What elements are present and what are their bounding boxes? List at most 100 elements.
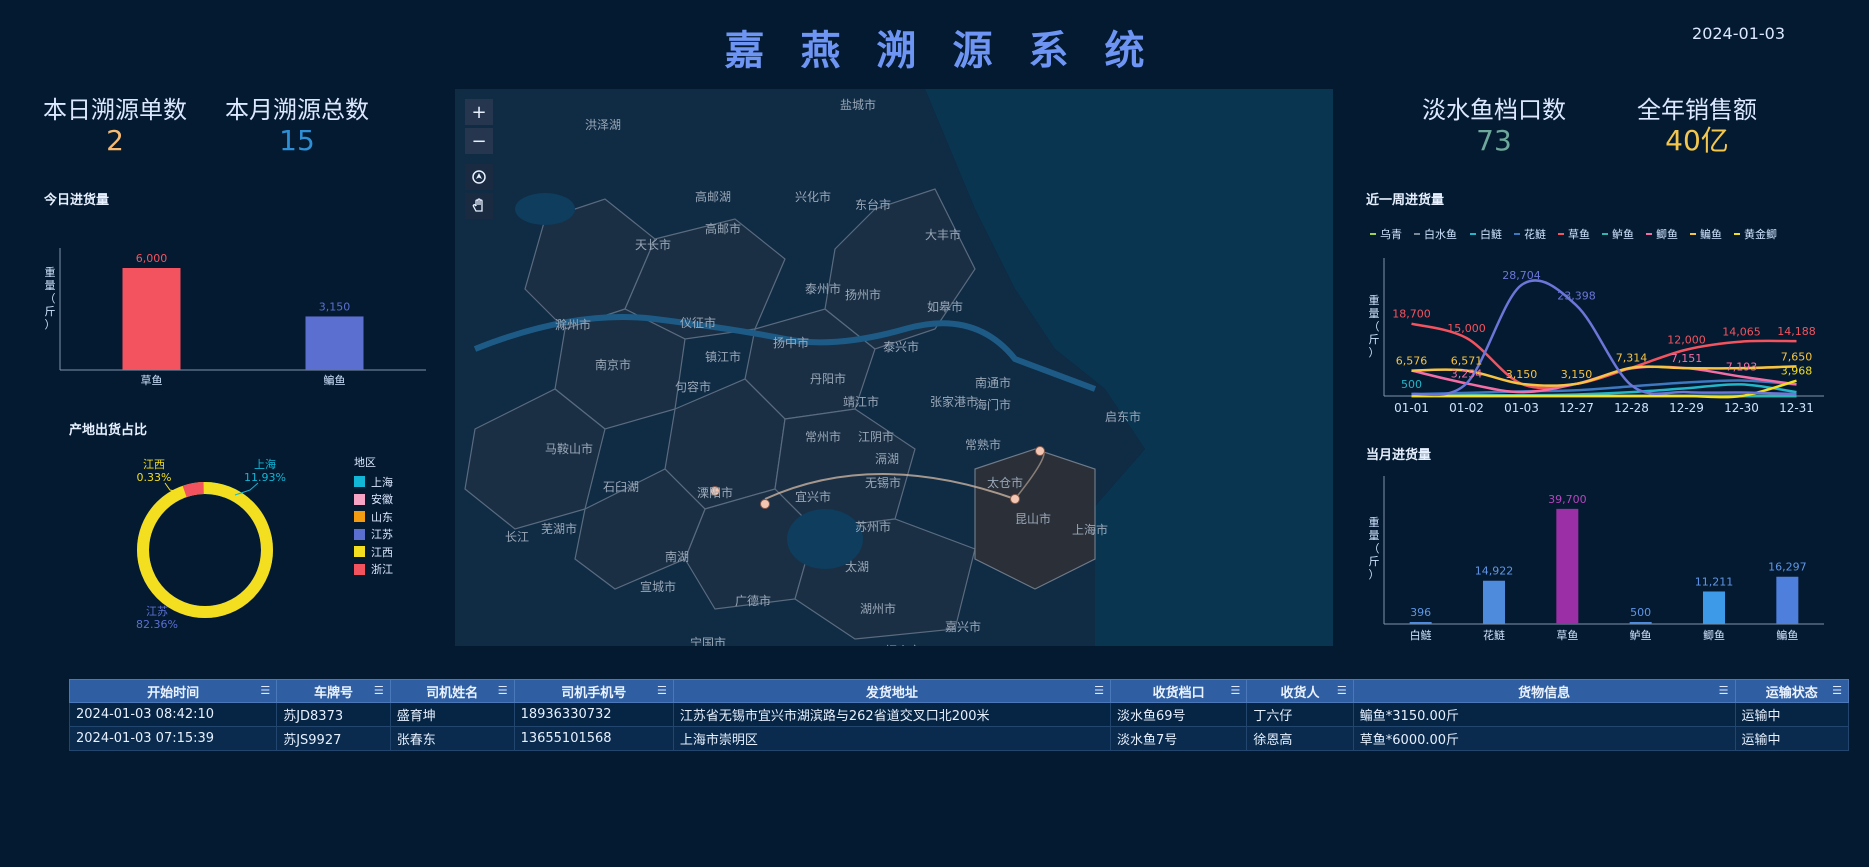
data-label: 14,065 bbox=[1722, 326, 1761, 339]
map-city-label: 高邮湖 bbox=[695, 189, 731, 204]
rotate-button[interactable] bbox=[465, 164, 493, 190]
x-tick-label: 鲈鱼 bbox=[1630, 628, 1652, 642]
donut-slice bbox=[137, 482, 273, 618]
x-tick-label: 草鱼 bbox=[1556, 628, 1578, 642]
bar-value-label: 11,211 bbox=[1695, 575, 1734, 588]
map-city-label: 苏州市 bbox=[855, 519, 891, 534]
x-tick-label: 12-28 bbox=[1614, 401, 1649, 415]
table-cell: 江苏省无锡市宜兴市湖滨路与262省道交叉口北200米 bbox=[672, 702, 1111, 727]
pan-button[interactable] bbox=[465, 193, 493, 219]
table-cell: 18936330732 bbox=[513, 702, 674, 727]
table-cell: 运输中 bbox=[1734, 726, 1850, 751]
map-city-label: 常熟市 bbox=[965, 437, 1001, 452]
legend-label[interactable]: 白鲢 bbox=[1480, 227, 1502, 241]
y-axis-label: 量 bbox=[45, 279, 56, 292]
map-city-label: 嘉兴市 bbox=[945, 619, 981, 634]
bar-value-label: 3,150 bbox=[319, 300, 351, 313]
hongze-lake bbox=[515, 193, 575, 225]
zoom-in-button[interactable]: + bbox=[465, 99, 493, 125]
y-axis-label: （ bbox=[1369, 542, 1380, 555]
legend-swatch bbox=[354, 563, 365, 575]
legend-item[interactable]: 江苏 bbox=[354, 526, 393, 544]
map-city-label: 常州市 bbox=[805, 429, 841, 444]
map-city-label: 南京市 bbox=[595, 357, 631, 372]
map-city-label: 滆湖 bbox=[875, 451, 899, 466]
legend-label[interactable]: 鲈鱼 bbox=[1612, 227, 1634, 241]
bar-value-label: 16,297 bbox=[1768, 561, 1807, 574]
legend-item[interactable]: 安徽 bbox=[354, 491, 393, 509]
map-panel[interactable]: 盐城市 洪泽湖 高邮湖 兴化市 东台市 天长市 高邮市 大丰市 扬州市 泰州市 滁州市 仪征市 如皋市南… bbox=[455, 89, 1333, 646]
sort-icon[interactable]: ☰ bbox=[498, 684, 508, 697]
map-canvas[interactable]: 盐城市洪泽湖高邮湖 兴化市东台市天长市 高邮市 大丰市扬州市泰州市滁州市 仪征市 如皋市南… bbox=[455, 89, 1333, 646]
bar-value-label: 14,922 bbox=[1475, 565, 1514, 578]
table-cell: 2024-01-03 07:15:39 bbox=[68, 726, 278, 751]
legend-label[interactable]: 草鱼 bbox=[1568, 227, 1590, 241]
y-axis-label: ） bbox=[1369, 568, 1380, 581]
table-cell: 淡水鱼69号 bbox=[1109, 702, 1248, 727]
legend-label[interactable]: 白水鱼 bbox=[1424, 227, 1457, 241]
sort-icon[interactable]: ☰ bbox=[374, 684, 384, 697]
map-city-label: 桐乡市 bbox=[885, 643, 921, 646]
column-header[interactable]: 货物信息 ☰ bbox=[1352, 679, 1736, 703]
legend-label[interactable]: 花鲢 bbox=[1524, 227, 1546, 241]
map-city-label: 高邮市 bbox=[705, 221, 741, 236]
map-city-label: 句容市 bbox=[675, 379, 711, 394]
legend-label[interactable]: 鳊鱼 bbox=[1700, 227, 1722, 241]
map-city-label: 芜湖市 bbox=[541, 521, 577, 536]
y-axis-label: ） bbox=[1369, 346, 1380, 359]
data-label: 7,314 bbox=[1616, 352, 1648, 365]
column-header[interactable]: 开始时间 ☰ bbox=[68, 679, 278, 703]
map-city-label: 张家港市 bbox=[930, 394, 978, 409]
legend-label[interactable]: 鲫鱼 bbox=[1656, 227, 1678, 241]
zoom-out-button[interactable]: − bbox=[465, 128, 493, 154]
column-header[interactable]: 收货人 ☰ bbox=[1246, 679, 1354, 703]
data-label: 23,398 bbox=[1557, 290, 1596, 303]
weekly-intake-chart: 乌青 白水鱼 白鲢 花鲢 草鱼 鲈鱼 鲫鱼 鳊鱼 黄金鲫重量（斤） 01-01 01-02 01-03… bbox=[1369, 227, 1824, 415]
legend-item[interactable]: 江西 bbox=[354, 543, 393, 561]
kpi-label: 本月溯源总数 bbox=[225, 96, 369, 124]
y-axis-label: 量 bbox=[1369, 307, 1380, 320]
map-city-label: 南湖 bbox=[665, 549, 689, 564]
table-cell: 苏JS9927 bbox=[276, 726, 391, 751]
table-cell: 草鱼*6000.00斤 bbox=[1352, 726, 1736, 751]
sort-icon[interactable]: ☰ bbox=[1719, 684, 1729, 697]
table-cell: 苏JD8373 bbox=[276, 702, 391, 727]
sort-icon[interactable]: ☰ bbox=[1094, 684, 1104, 697]
map-city-label: 宁国市 bbox=[690, 635, 726, 646]
data-label: 7,193 bbox=[1726, 361, 1758, 374]
column-header[interactable]: 司机姓名 ☰ bbox=[389, 679, 515, 703]
column-header[interactable]: 发货地址 ☰ bbox=[672, 679, 1111, 703]
y-axis-label: 斤 bbox=[1369, 333, 1380, 346]
sort-icon[interactable]: ☰ bbox=[1337, 684, 1347, 697]
table-row[interactable]: 2024-01-03 07:15:39 苏JS9927 张春东 13655101568… bbox=[68, 726, 1850, 751]
legend-item[interactable]: 上海 bbox=[354, 473, 393, 491]
data-label: 3,150 bbox=[1506, 368, 1538, 381]
sort-icon[interactable]: ☰ bbox=[657, 684, 667, 697]
sort-icon[interactable]: ☰ bbox=[1832, 684, 1842, 697]
legend-label: 江苏 bbox=[371, 528, 393, 542]
column-header[interactable]: 收货档口 ☰ bbox=[1109, 679, 1248, 703]
y-axis-label: 斤 bbox=[1369, 555, 1380, 568]
route-point[interactable] bbox=[760, 499, 770, 509]
sort-icon[interactable]: ☰ bbox=[1230, 684, 1240, 697]
legend-title: 地区 bbox=[354, 456, 376, 469]
column-header[interactable]: 司机手机号 ☰ bbox=[513, 679, 674, 703]
bar bbox=[1776, 576, 1799, 624]
today-intake-chart: 重量（斤） 6,000 草鱼 3,150 鳊鱼 bbox=[45, 248, 426, 387]
legend-label[interactable]: 黄金鲫 bbox=[1744, 227, 1777, 241]
kpi-label: 本日溯源单数 bbox=[43, 96, 187, 124]
sort-icon[interactable]: ☰ bbox=[260, 684, 270, 697]
legend-item[interactable]: 浙江 bbox=[354, 561, 393, 579]
route-point[interactable] bbox=[1010, 494, 1020, 504]
kpi-label: 全年销售额 bbox=[1637, 96, 1757, 124]
map-city-label: 如皋市 bbox=[927, 299, 963, 314]
legend-label[interactable]: 乌青 bbox=[1380, 227, 1402, 241]
table-row[interactable]: 2024-01-03 08:42:10 苏JD8373 盛育坤 18936330732… bbox=[68, 702, 1850, 727]
monthly-intake-title: 当月进货量 bbox=[1366, 448, 1432, 463]
column-header[interactable]: 运输状态 ☰ bbox=[1734, 679, 1850, 703]
route-point[interactable] bbox=[1035, 446, 1045, 456]
map-city-label: 丹阳市 bbox=[810, 371, 846, 386]
column-header[interactable]: 车牌号 ☰ bbox=[276, 679, 391, 703]
legend-item[interactable]: 山东 bbox=[354, 508, 393, 526]
column-header-label: 运输状态 bbox=[1765, 685, 1818, 701]
